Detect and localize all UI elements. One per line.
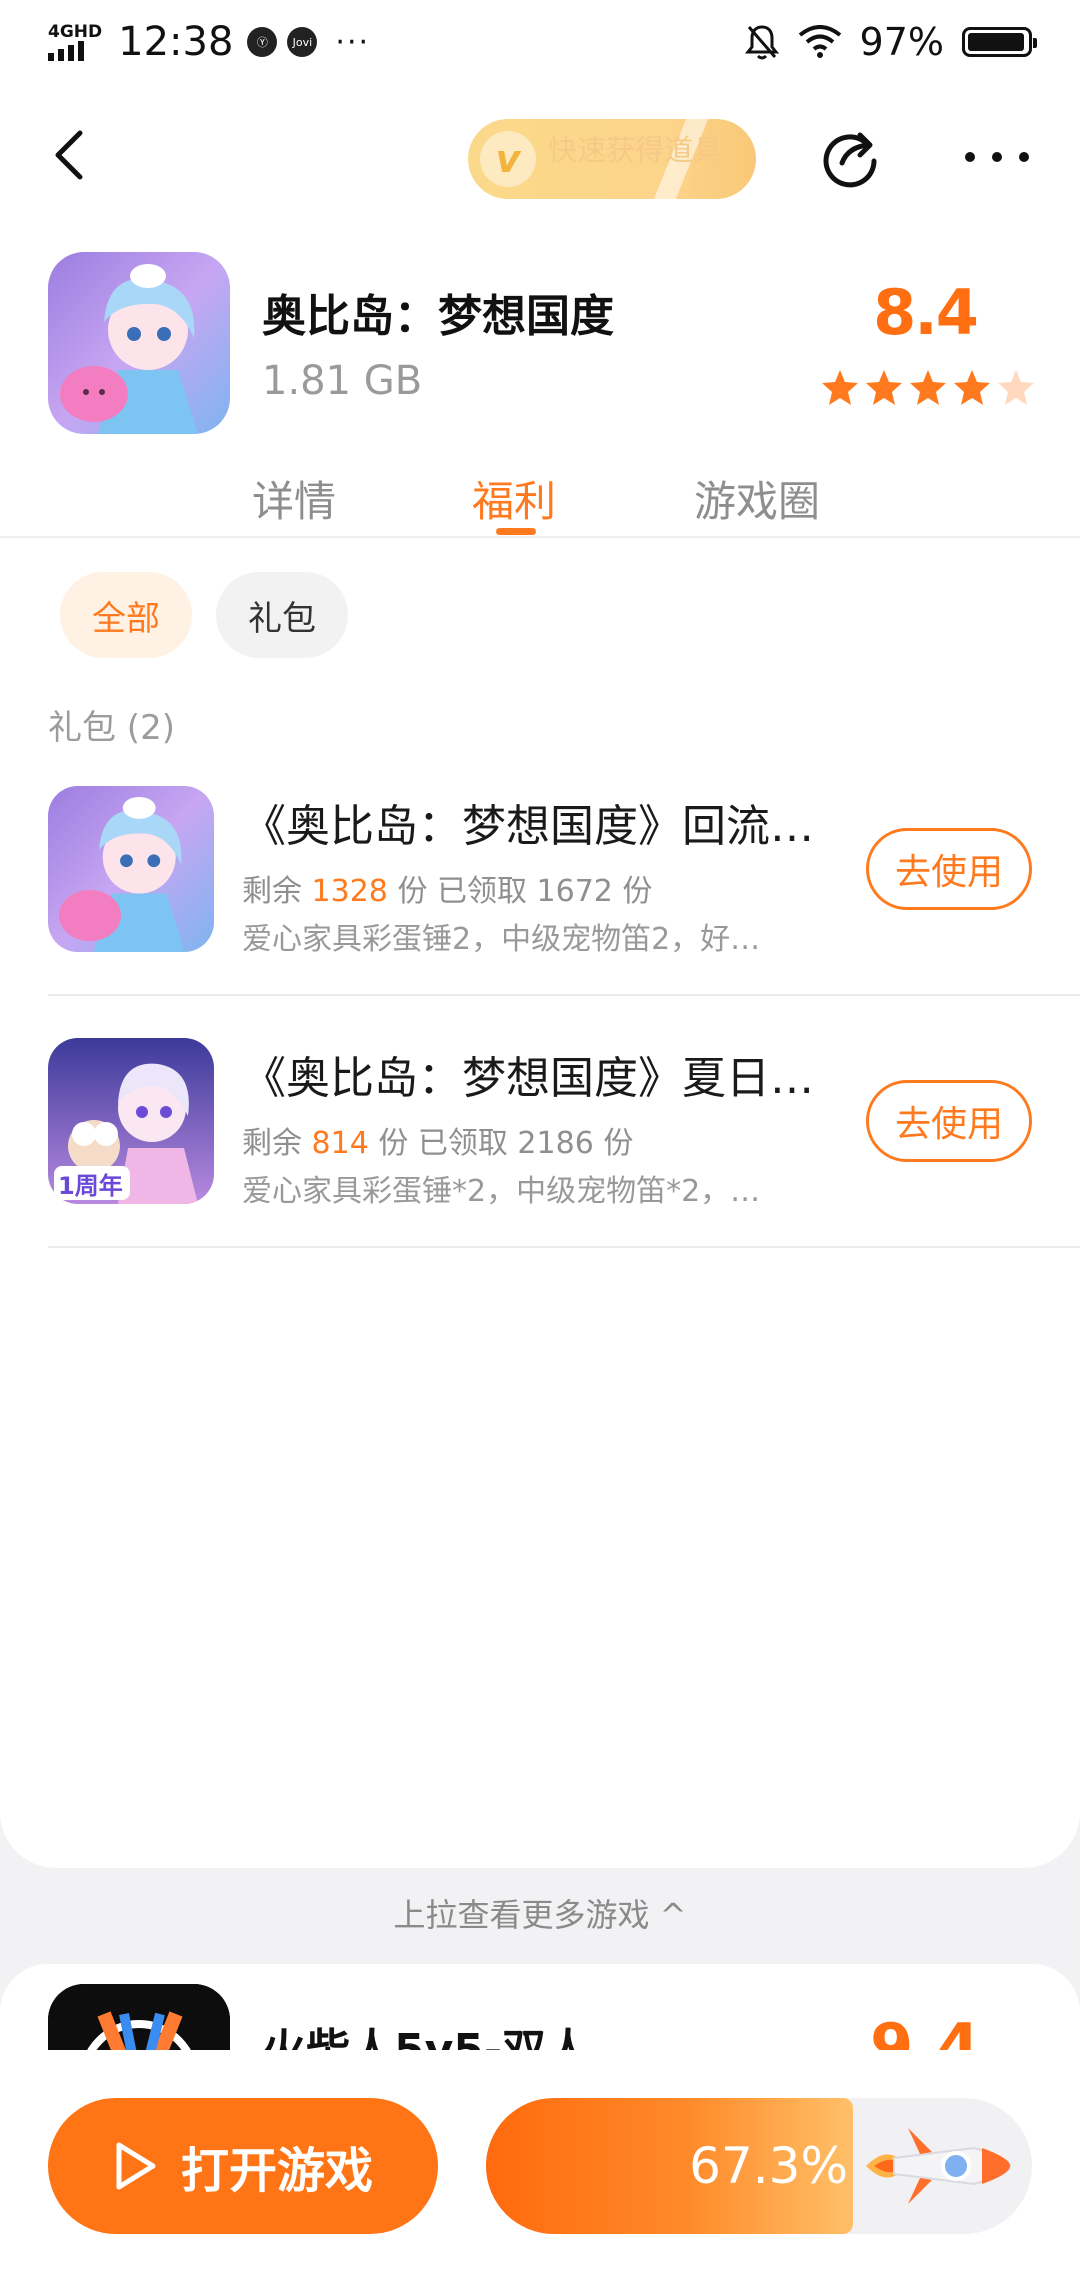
progress-text: 67.3%: [689, 2137, 848, 2195]
tabs-divider: [0, 536, 1080, 538]
rating-stars: [820, 368, 1036, 408]
rocket-icon: [866, 2128, 1012, 2204]
signal-icon: 4GHD: [48, 21, 103, 61]
vivo-icon: Ⓨ: [247, 27, 278, 57]
star-filled-icon: [954, 370, 990, 405]
gift-title: 《奥比岛：梦想国度》回流…: [242, 801, 814, 852]
gift-desc: 爱心家具彩蛋锤*2，中级宠物笛*2，…: [242, 1174, 761, 1209]
gift-title: 《奥比岛：梦想国度》夏日…: [242, 1053, 814, 1104]
tab-indicator: [496, 528, 536, 535]
battery-icon: [962, 27, 1037, 57]
app-header: 奥比岛：梦想国度 1.81 GB 8.4: [0, 250, 1080, 440]
tab-game-circle[interactable]: 游戏圈: [694, 468, 820, 529]
open-game-label: 打开游戏: [180, 2143, 373, 2199]
more-notifications-icon: ···: [335, 24, 371, 60]
star-filled-icon: [866, 370, 902, 405]
tab-benefits[interactable]: 福利: [472, 468, 556, 529]
more-options-button[interactable]: [962, 139, 1032, 175]
section-label: 礼包 (2): [48, 708, 175, 748]
status-bar: 4GHD 12:38 Ⓨ Jovi ··· 97%: [0, 0, 1080, 84]
gift-icon: 1周年: [48, 1038, 214, 1204]
main-card: 4GHD 12:38 Ⓨ Jovi ··· 97% v 快速获得道具 奥比岛：梦…: [0, 0, 1080, 1868]
gift-stats: 剩余 1328 份 已领取 1672 份: [242, 874, 653, 909]
download-progress-button[interactable]: 67.3%: [486, 2098, 1032, 2234]
star-filled-icon: [822, 370, 858, 405]
use-button[interactable]: 去使用: [866, 828, 1032, 910]
play-icon: [116, 2142, 156, 2190]
gift-remaining: 1328: [311, 874, 388, 909]
share-button[interactable]: [818, 123, 886, 191]
gift-item[interactable]: 《奥比岛：梦想国度》回流… 剩余 1328 份 已领取 1672 份 爱心家具彩…: [0, 786, 1080, 1036]
app-icon: [48, 252, 230, 434]
use-button[interactable]: 去使用: [866, 1080, 1032, 1162]
mute-bell-icon: [744, 25, 779, 60]
star-empty-icon: [998, 370, 1034, 405]
wifi-icon: [798, 25, 841, 58]
gift-stats: 剩余 814 份 已领取 2186 份: [242, 1126, 634, 1161]
gift-remaining: 814: [311, 1126, 369, 1161]
promo-text: 快速获得道具: [548, 133, 723, 167]
jovi-icon: Jovi: [287, 27, 318, 57]
back-button[interactable]: [44, 127, 100, 183]
app-name: 奥比岛：梦想国度: [262, 291, 614, 342]
gift-icon: [48, 786, 214, 952]
gift-item[interactable]: 1周年 《奥比岛：梦想国度》夏日… 剩余 814 份 已领取 2186 份 爱心…: [0, 1038, 1080, 1288]
promo-pill[interactable]: v 快速获得道具: [468, 119, 756, 199]
gift-divider: [48, 994, 1080, 996]
bottom-action-bar: 打开游戏 67.3%: [0, 2050, 1080, 2280]
filter-gift-chip[interactable]: 礼包: [216, 572, 348, 658]
pull-up-hint[interactable]: 上拉查看更多游戏 ^: [0, 1890, 1080, 1936]
app-size: 1.81 GB: [262, 358, 423, 404]
gift-divider: [48, 1246, 1080, 1248]
tab-details[interactable]: 详情: [252, 468, 336, 529]
gift-desc: 爱心家具彩蛋锤2，中级宠物笛2，好…: [242, 922, 761, 957]
tab-bar: 详情 福利 游戏圈: [0, 458, 1080, 538]
anniversary-badge: 1周年: [58, 1172, 123, 1200]
filter-all-chip[interactable]: 全部: [60, 572, 192, 658]
star-filled-icon: [910, 370, 946, 405]
rating-score: 8.4: [873, 276, 979, 349]
status-time: 12:38: [118, 19, 234, 65]
network-type: 4GHD: [48, 21, 103, 42]
v-badge-icon: v: [480, 131, 536, 187]
battery-percent: 97%: [859, 20, 944, 64]
top-nav: v 快速获得道具: [0, 105, 1080, 205]
open-game-button[interactable]: 打开游戏: [48, 2098, 438, 2234]
